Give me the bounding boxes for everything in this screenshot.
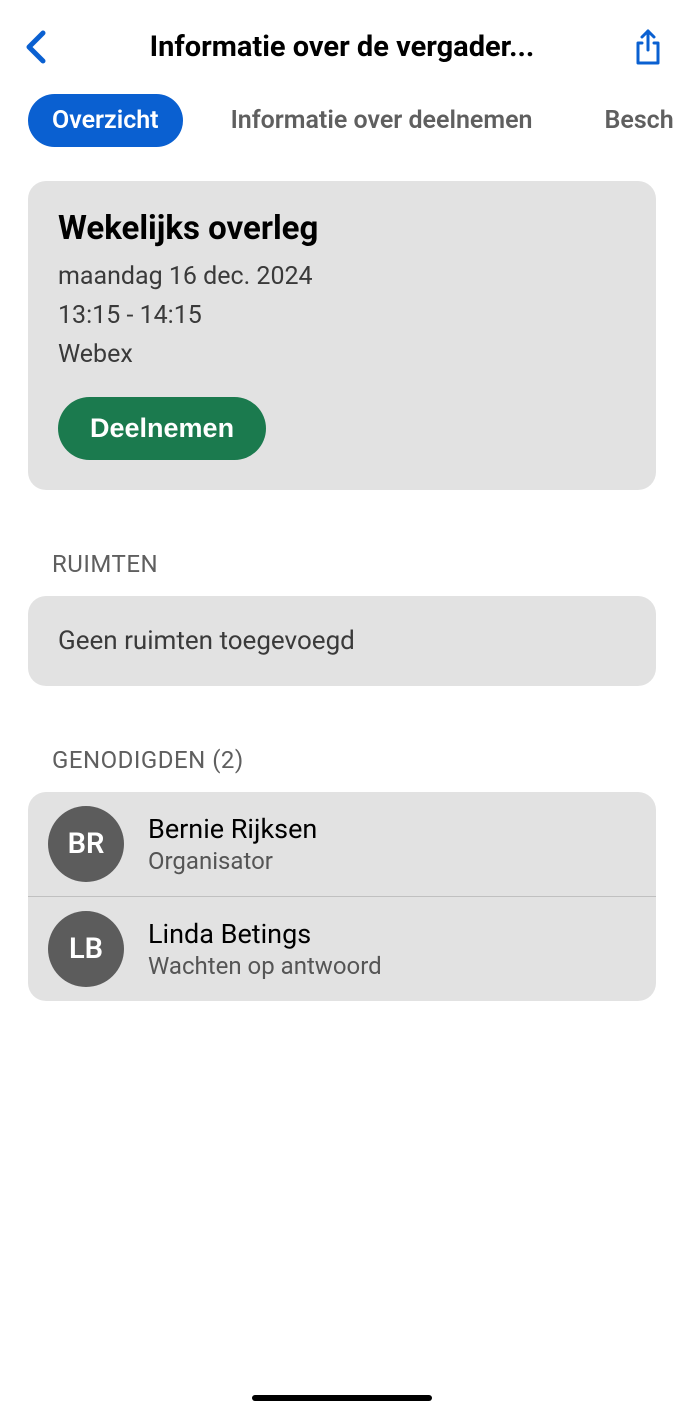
meeting-date: maandag 16 dec. 2024 (58, 262, 626, 291)
share-button[interactable] (628, 27, 668, 67)
invitee-role: Wachten op antwoord (148, 952, 382, 980)
chevron-left-icon (25, 29, 47, 65)
invitee-text: Bernie Rijksen Organisator (148, 813, 317, 875)
invitee-role: Organisator (148, 847, 317, 875)
home-indicator[interactable] (252, 1395, 432, 1401)
invitee-name: Linda Betings (148, 918, 382, 950)
rooms-empty: Geen ruimten toegevoegd (28, 596, 656, 686)
invitees-list: BR Bernie Rijksen Organisator LB Linda B… (28, 792, 656, 1001)
rooms-section: RUIMTEN Geen ruimten toegevoegd (28, 550, 656, 686)
back-button[interactable] (16, 27, 56, 67)
tab-informatie-deelnemen[interactable]: Informatie over deelnemen (207, 94, 557, 147)
content-area: Wekelijks overleg maandag 16 dec. 2024 1… (0, 157, 684, 1025)
share-icon (633, 28, 663, 66)
meeting-title: Wekelijks overleg (58, 209, 626, 248)
header-bar: Informatie over de vergader... (0, 0, 684, 84)
avatar: LB (48, 911, 124, 987)
invitee-name: Bernie Rijksen (148, 813, 317, 845)
meeting-platform: Webex (58, 340, 626, 369)
invitees-section: GENODIGDEN (2) BR Bernie Rijksen Organis… (28, 746, 656, 1001)
avatar: BR (48, 806, 124, 882)
rooms-header: RUIMTEN (52, 550, 656, 578)
invitee-text: Linda Betings Wachten op antwoord (148, 918, 382, 980)
invitee-row[interactable]: LB Linda Betings Wachten op antwoord (28, 896, 656, 1001)
page-title: Informatie over de vergader... (56, 30, 628, 64)
tab-beschrijving[interactable]: Besch (581, 94, 684, 147)
join-button[interactable]: Deelnemen (58, 397, 266, 460)
invitee-row[interactable]: BR Bernie Rijksen Organisator (28, 792, 656, 896)
tabs-bar: Overzicht Informatie over deelnemen Besc… (0, 84, 684, 157)
meeting-time: 13:15 - 14:15 (58, 301, 626, 330)
meeting-card: Wekelijks overleg maandag 16 dec. 2024 1… (28, 181, 656, 490)
tab-overzicht[interactable]: Overzicht (28, 94, 183, 147)
invitees-header: GENODIGDEN (2) (52, 746, 656, 774)
